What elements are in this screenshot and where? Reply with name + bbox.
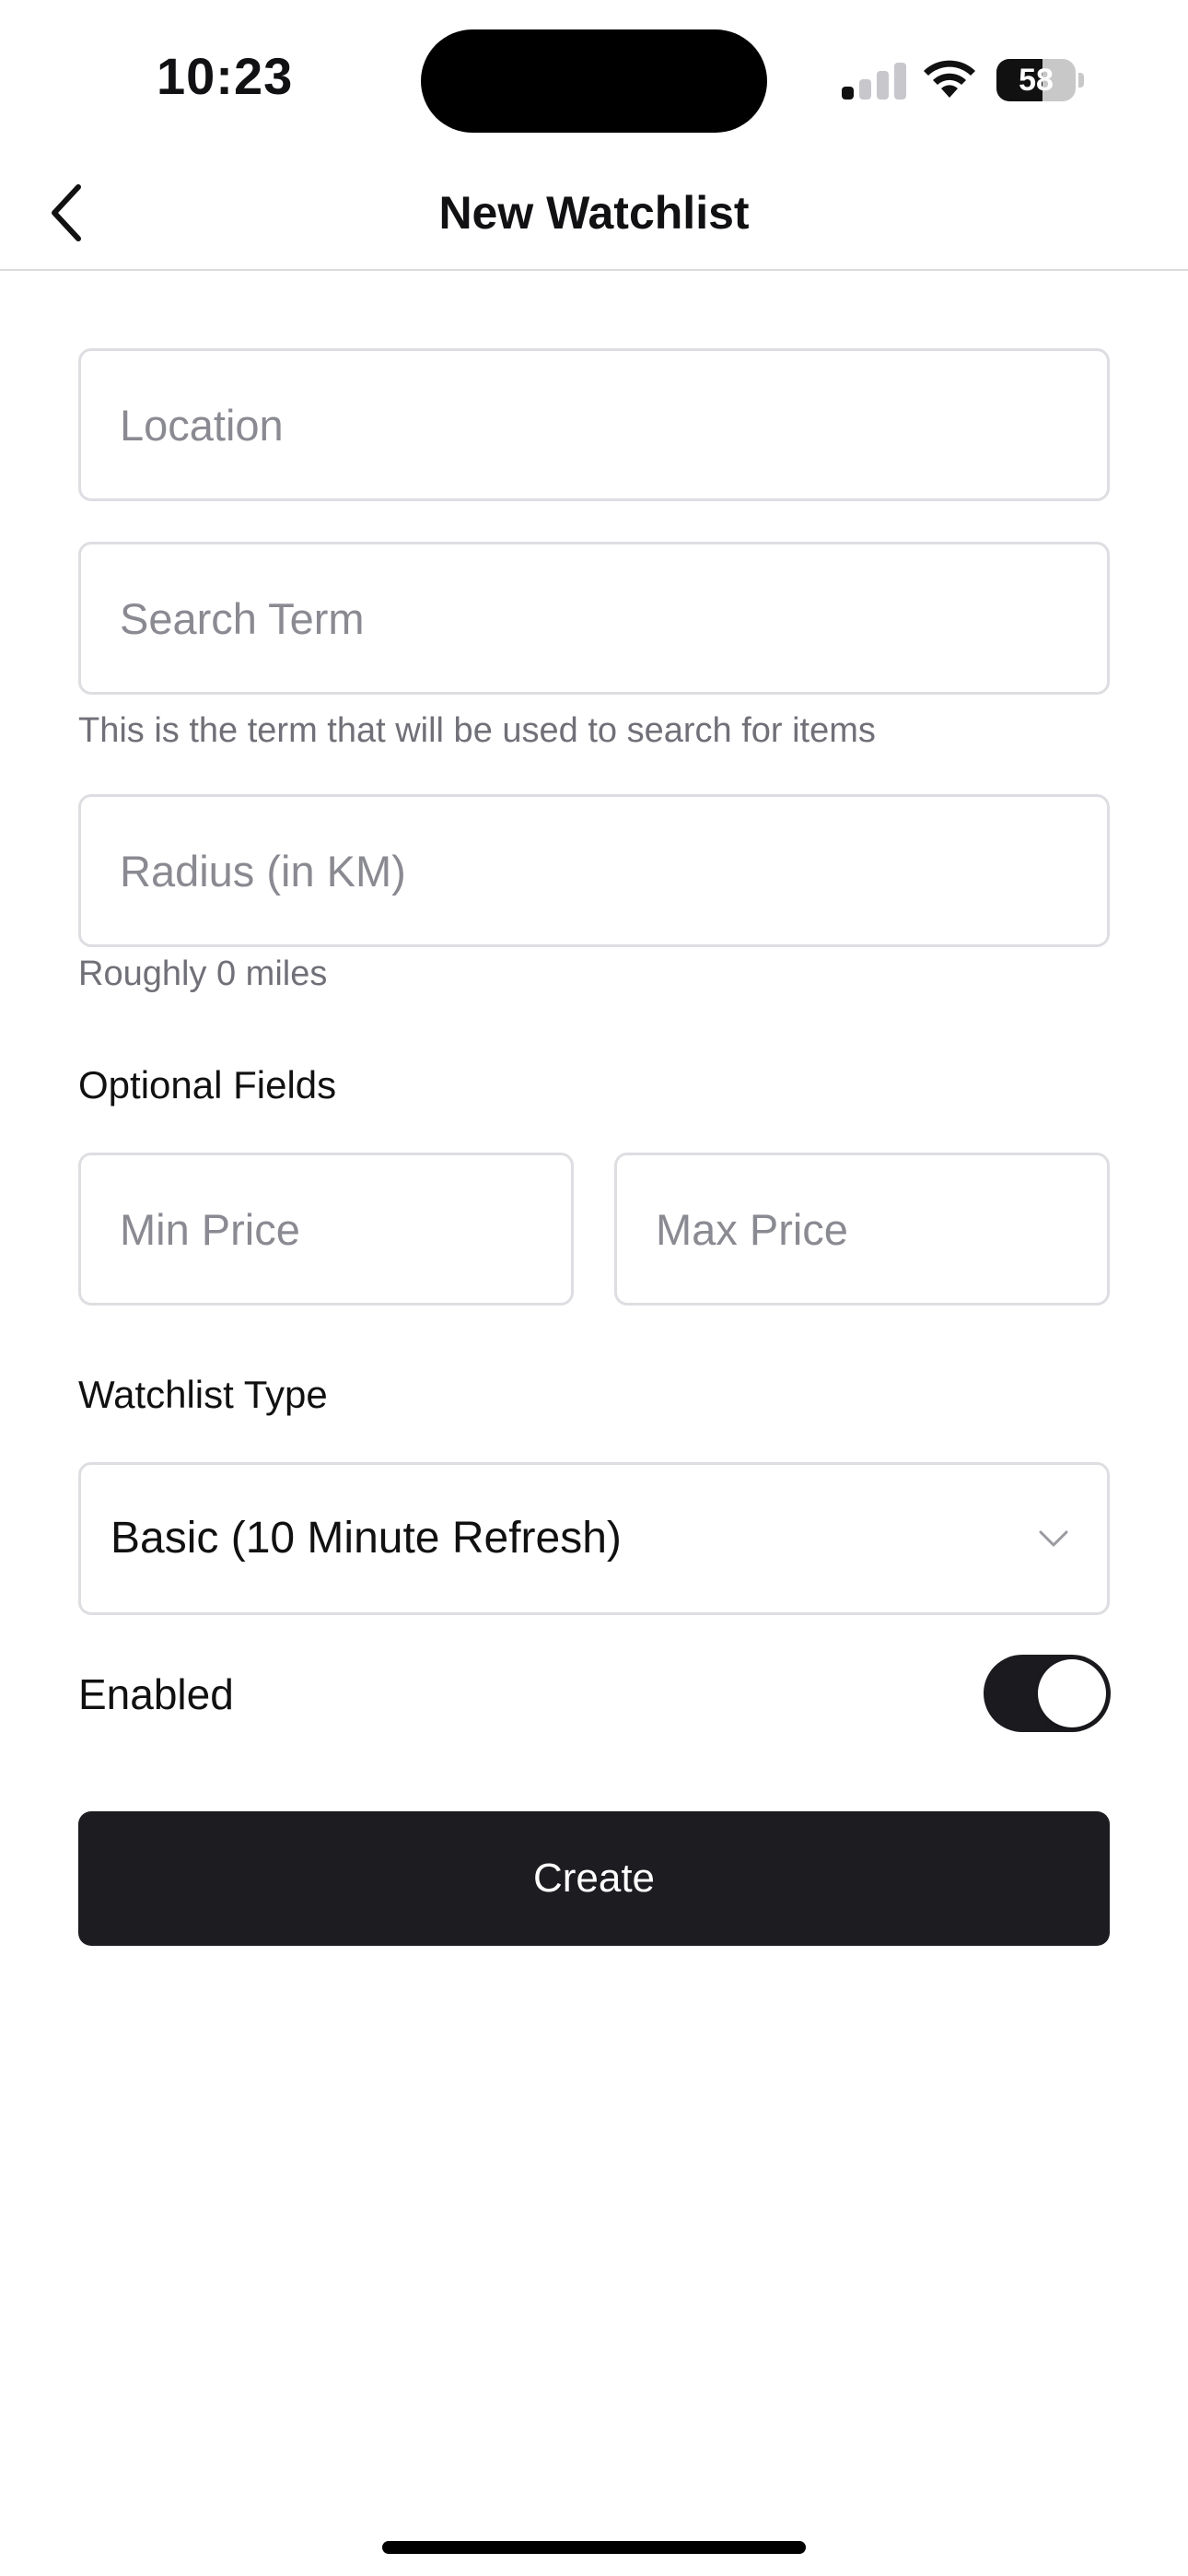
navigation-bar: New Watchlist <box>0 157 1188 271</box>
status-time: 10:23 <box>157 47 294 105</box>
wifi-icon <box>924 60 975 98</box>
min-price-field-container <box>78 1153 574 1306</box>
search-term-helper: This is the term that will be used to se… <box>78 711 876 750</box>
cellular-signal-icon <box>842 61 908 100</box>
dynamic-island <box>421 29 767 133</box>
enabled-label: Enabled <box>78 1670 234 1718</box>
radius-input[interactable] <box>81 797 1107 944</box>
location-field-container <box>78 348 1110 501</box>
toggle-knob <box>1038 1659 1106 1727</box>
max-price-field-container <box>614 1153 1110 1306</box>
location-input[interactable] <box>81 351 1107 498</box>
chevron-down-icon <box>1039 1530 1068 1547</box>
optional-fields-label: Optional Fields <box>78 1063 337 1107</box>
status-bar: 10:23 58 <box>0 0 1188 157</box>
battery-level: 58 <box>1019 63 1054 98</box>
search-term-input[interactable] <box>81 544 1107 692</box>
page-title: New Watchlist <box>438 187 750 239</box>
chevron-left-icon <box>52 184 81 241</box>
radius-helper: Roughly 0 miles <box>78 954 328 993</box>
watchlist-type-select[interactable]: Basic (10 Minute Refresh) <box>78 1462 1110 1615</box>
radius-field-container <box>78 794 1110 947</box>
min-price-input[interactable] <box>81 1155 571 1303</box>
home-indicator[interactable] <box>382 2541 806 2554</box>
watchlist-type-label: Watchlist Type <box>78 1373 328 1416</box>
enabled-toggle[interactable] <box>984 1655 1111 1732</box>
watchlist-type-selected-value: Basic (10 Minute Refresh) <box>111 1514 622 1563</box>
search-term-field-container <box>78 542 1110 695</box>
battery-icon: 58 <box>996 59 1085 101</box>
create-button[interactable]: Create <box>78 1811 1110 1946</box>
back-button[interactable] <box>26 171 107 254</box>
max-price-input[interactable] <box>617 1155 1107 1303</box>
